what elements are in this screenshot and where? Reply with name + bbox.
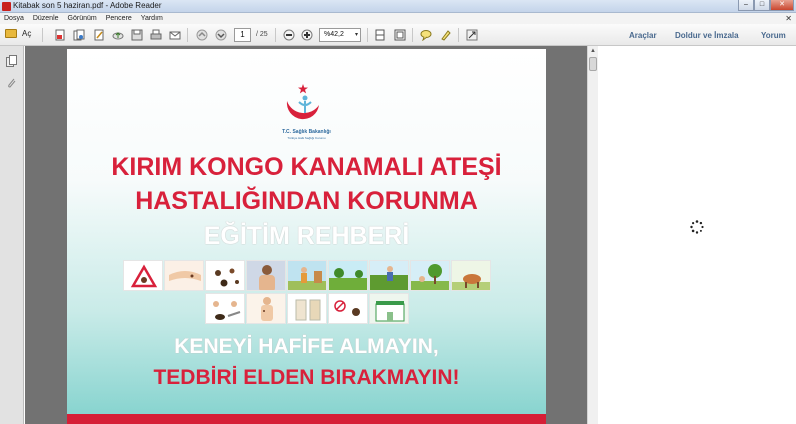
minimize-button[interactable]: –	[738, 0, 754, 11]
chevron-down-icon: ▾	[354, 32, 358, 38]
loading-spinner-icon	[690, 220, 704, 234]
comment-icon[interactable]	[420, 29, 432, 41]
logo-text: T.C. Sağlık Bakanlığı	[282, 129, 331, 135]
ticks-illustration	[204, 260, 245, 291]
tools-pane	[598, 46, 796, 424]
window-title: Kitabak son 5 haziran.pdf - Adobe Reader	[13, 1, 162, 10]
illustration-row-2	[67, 293, 546, 324]
tree-illustration	[409, 260, 450, 291]
scroll-thumb[interactable]	[589, 57, 597, 71]
edit-pdf-icon[interactable]	[93, 29, 105, 41]
headline-line-3: EĞİTİM REHBERİ	[203, 222, 410, 250]
menu-edit[interactable]: Düzenle	[33, 15, 59, 22]
comment-link[interactable]: Yorum	[761, 31, 786, 40]
read-mode-icon[interactable]	[466, 29, 478, 41]
fit-width-icon[interactable]	[374, 29, 386, 41]
folder-icon	[5, 29, 17, 38]
logo-subtext: Türkiye Halk Sağlığı Kurumu	[287, 136, 326, 140]
create-pdf-icon[interactable]	[54, 29, 66, 41]
farmer-illustration	[286, 260, 327, 291]
page-total: / 25	[256, 31, 268, 38]
menu-window[interactable]: Pencere	[106, 15, 132, 22]
maximize-button[interactable]: □	[754, 0, 770, 11]
combine-icon[interactable]	[73, 29, 85, 41]
grass-illustration	[368, 260, 409, 291]
toolbar-separator	[367, 28, 368, 42]
vertical-scrollbar[interactable]: ▲	[587, 46, 598, 424]
toolbar-separator	[412, 28, 413, 42]
slogan-line-2: TEDBİRİ ELDEN BIRAKMAYIN!	[153, 366, 460, 389]
open-button[interactable]: Aç	[5, 29, 31, 38]
document-viewport[interactable]: T.C. Sağlık Bakanlığı Türkiye Halk Sağlı…	[25, 46, 587, 424]
toolbar-separator	[275, 28, 276, 42]
print-icon[interactable]	[150, 29, 162, 41]
open-label: Aç	[22, 29, 32, 38]
person-back-illustration	[245, 260, 286, 291]
toolbar: Aç 1 / 25 %42,2 ▾ Araçlar Doldur ve İmza…	[0, 24, 796, 46]
email-icon[interactable]	[169, 29, 181, 41]
close-button[interactable]: ✕	[770, 0, 794, 11]
adobe-reader-icon	[2, 2, 11, 11]
animals-illustration	[450, 260, 491, 291]
zoom-value: %42,2	[324, 31, 344, 38]
page-bottom-band	[67, 414, 546, 424]
tools-link[interactable]: Araçlar	[629, 31, 657, 40]
page-number-input[interactable]: 1	[234, 28, 251, 42]
save-icon[interactable]	[131, 29, 143, 41]
illustration-row-1	[67, 260, 546, 291]
headline-line-1: KIRIM KONGO KANAMALI ATEŞİ	[111, 153, 502, 181]
navigation-panel	[0, 46, 24, 424]
tick-warning-illustration	[122, 260, 163, 291]
tick-removal-illustration	[204, 293, 245, 324]
menu-view[interactable]: Görünüm	[68, 15, 97, 22]
toolbar-separator	[458, 28, 459, 42]
zoom-select[interactable]: %42,2 ▾	[319, 28, 361, 42]
highlight-icon[interactable]	[440, 29, 452, 41]
fill-sign-link[interactable]: Doldur ve İmzala	[675, 31, 739, 40]
page-thumbnails-icon[interactable]	[6, 54, 17, 67]
warning-items-illustration	[327, 293, 368, 324]
slogan-line-1: KENEYİ HAFİFE ALMAYIN,	[174, 335, 439, 358]
clothing-illustration	[286, 293, 327, 324]
title-bar: Kitabak son 5 haziran.pdf - Adobe Reader…	[0, 0, 796, 13]
field-illustration	[327, 260, 368, 291]
hand-illustration	[163, 260, 204, 291]
toolbar-separator	[187, 28, 188, 42]
zoom-in-icon[interactable]	[301, 29, 313, 41]
attachments-icon[interactable]	[6, 76, 17, 88]
next-page-icon[interactable]	[215, 29, 227, 41]
close-document-icon[interactable]: ✕	[785, 14, 792, 23]
zoom-out-icon[interactable]	[283, 29, 295, 41]
window-controls: – □ ✕	[738, 0, 794, 12]
pdf-page: T.C. Sağlık Bakanlığı Türkiye Halk Sağlı…	[67, 49, 546, 424]
health-center-illustration	[368, 293, 409, 324]
cloud-icon[interactable]	[112, 29, 124, 41]
scroll-up-icon[interactable]: ▲	[589, 47, 597, 55]
headline-line-2: HASTALIĞINDAN KORUNMA	[135, 187, 478, 215]
fit-page-icon[interactable]	[394, 29, 406, 41]
menu-help[interactable]: Yardım	[141, 15, 163, 22]
menu-bar: Dosya Düzenle Görünüm Pencere Yardım ✕	[0, 13, 796, 24]
toolbar-separator	[42, 28, 43, 42]
body-check-illustration	[245, 293, 286, 324]
prev-page-icon[interactable]	[196, 29, 208, 41]
menu-file[interactable]: Dosya	[4, 15, 24, 22]
